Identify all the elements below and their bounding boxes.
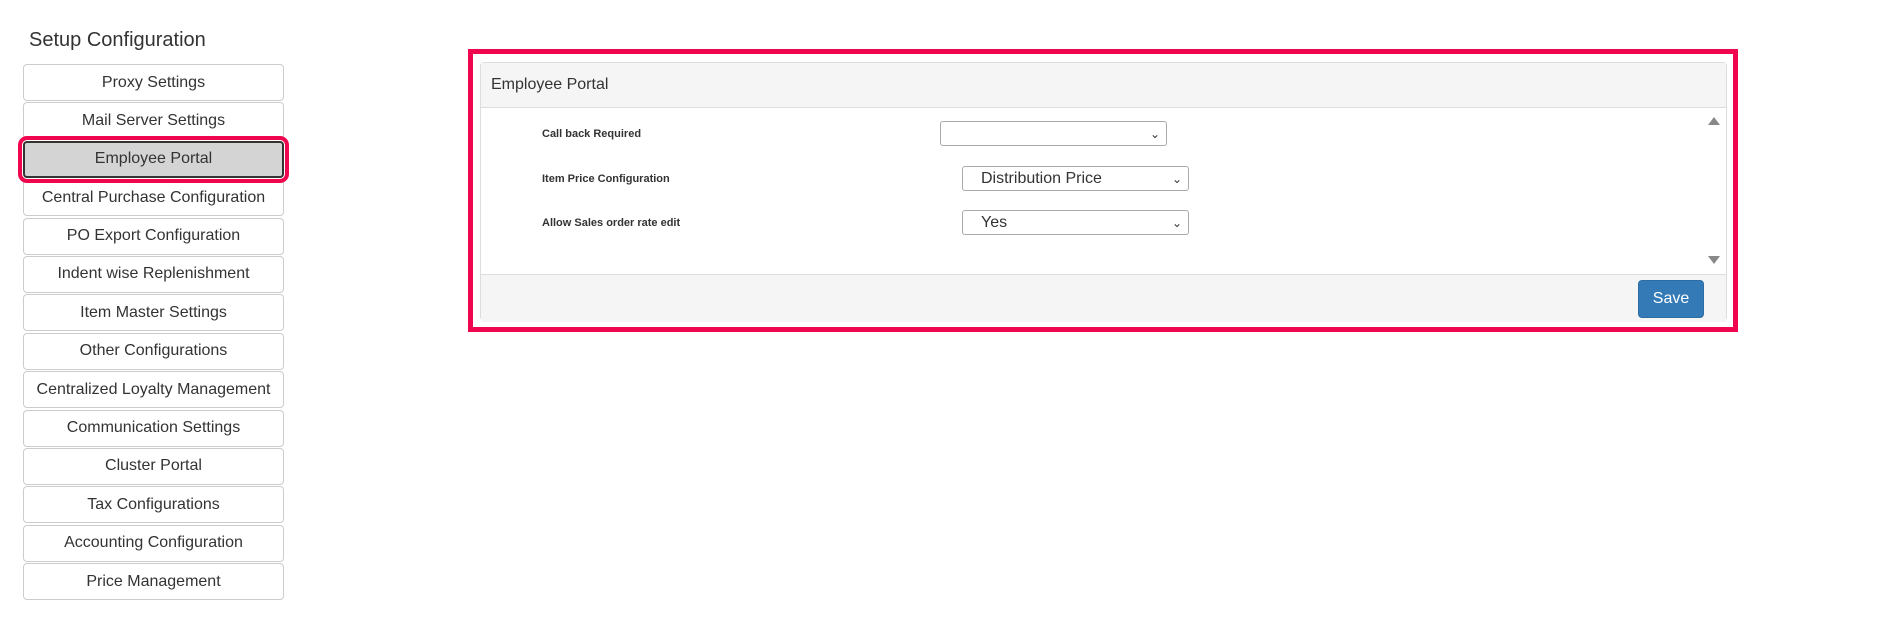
menu-item-communication-settings[interactable]: Communication Settings xyxy=(23,409,284,447)
menu-item-indent-wise-replenishment[interactable]: Indent wise Replenishment xyxy=(23,255,284,293)
menu-item-proxy-settings[interactable]: Proxy Settings xyxy=(23,64,284,101)
scroll-down-arrow-icon[interactable] xyxy=(1708,256,1720,264)
menu-item-po-export-configuration[interactable]: PO Export Configuration xyxy=(23,217,284,255)
menu-item-other-configurations[interactable]: Other Configurations xyxy=(23,332,284,370)
settings-menu: Proxy Settings Mail Server Settings Empl… xyxy=(18,64,289,601)
chevron-down-icon: ⌄ xyxy=(1171,171,1182,186)
select-value: Yes xyxy=(981,213,1008,231)
call-back-required-select[interactable]: ⌄ xyxy=(940,121,1167,146)
panel-body: Call back Required ⌄ Item Price Configur… xyxy=(481,108,1726,274)
menu-item-tax-configurations[interactable]: Tax Configurations xyxy=(23,486,284,524)
chevron-down-icon: ⌄ xyxy=(1171,215,1182,230)
menu-item-price-management[interactable]: Price Management xyxy=(23,563,284,601)
sidebar-title: Setup Configuration xyxy=(29,29,206,51)
item-price-configuration-select[interactable]: Distribution Price ⌄ xyxy=(962,166,1189,191)
scroll-up-arrow-icon[interactable] xyxy=(1708,117,1720,125)
employee-portal-panel: Employee Portal Call back Required ⌄ Ite… xyxy=(480,62,1727,322)
chevron-down-icon: ⌄ xyxy=(1149,126,1160,141)
save-button[interactable]: Save xyxy=(1638,279,1704,318)
panel-footer: Save xyxy=(481,274,1726,322)
field-label: Call back Required xyxy=(542,127,642,140)
allow-sales-order-rate-edit-select[interactable]: Yes ⌄ xyxy=(962,210,1189,235)
menu-item-accounting-configuration[interactable]: Accounting Configuration xyxy=(23,524,284,562)
field-row-item-price-configuration: Item Price Configuration Distribution Pr… xyxy=(542,166,1189,191)
field-row-call-back-required: Call back Required ⌄ xyxy=(542,121,1167,146)
menu-item-centralized-loyalty-management[interactable]: Centralized Loyalty Management xyxy=(23,371,284,409)
field-row-allow-sales-order-rate-edit: Allow Sales order rate edit Yes ⌄ xyxy=(542,210,1189,235)
panel-heading: Employee Portal xyxy=(481,63,1726,108)
select-value: Distribution Price xyxy=(981,169,1102,187)
field-label: Allow Sales order rate edit xyxy=(542,216,681,229)
field-label: Item Price Configuration xyxy=(542,172,670,185)
menu-item-cluster-portal[interactable]: Cluster Portal xyxy=(23,447,284,485)
menu-item-employee-portal[interactable]: Employee Portal xyxy=(18,135,289,183)
menu-item-central-purchase-configuration[interactable]: Central Purchase Configuration xyxy=(23,179,284,217)
menu-item-mail-server-settings[interactable]: Mail Server Settings xyxy=(23,102,284,140)
menu-item-item-master-settings[interactable]: Item Master Settings xyxy=(23,294,284,332)
